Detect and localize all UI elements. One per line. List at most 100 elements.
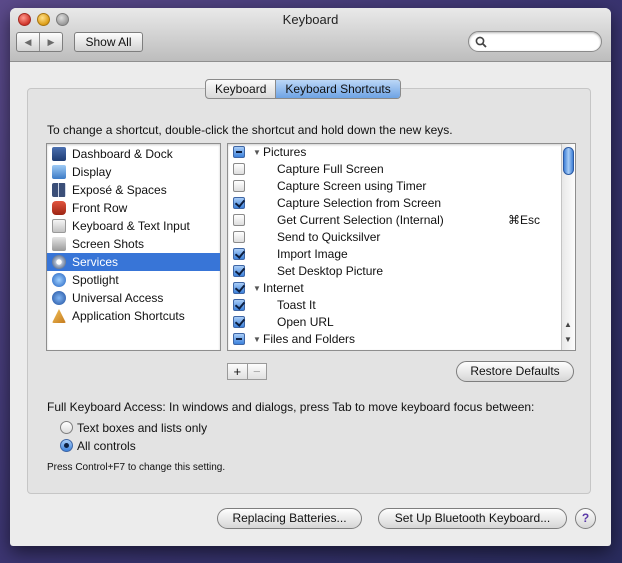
- shortcut-checkbox[interactable]: [233, 231, 245, 243]
- category-label: Exposé & Spaces: [72, 183, 167, 197]
- shortcut-row[interactable]: Send to Quicksilver: [228, 229, 575, 246]
- group-checkbox[interactable]: [233, 146, 245, 158]
- group-checkbox[interactable]: [233, 282, 245, 294]
- back-arrow-icon: ◀: [24, 36, 32, 47]
- history-navigation: ◀ ▶: [16, 32, 63, 52]
- search-field[interactable]: [468, 31, 602, 52]
- category-item-display[interactable]: Display: [47, 163, 220, 181]
- shortcut-label: Set Desktop Picture: [277, 264, 384, 278]
- tab-keyboard-shortcuts[interactable]: Keyboard Shortcuts: [275, 80, 400, 98]
- list-edit-controls: + −: [227, 363, 267, 380]
- category-item-application-shortcuts[interactable]: Application Shortcuts: [47, 307, 220, 325]
- shortcut-checkbox[interactable]: [233, 265, 245, 277]
- dashboard-icon: [52, 147, 66, 161]
- category-item-dashboard-dock[interactable]: Dashboard & Dock: [47, 145, 220, 163]
- category-label: Front Row: [72, 201, 128, 215]
- category-label: Services: [72, 255, 119, 269]
- category-label: Keyboard & Text Input: [72, 219, 190, 233]
- forward-button[interactable]: ▶: [39, 33, 62, 51]
- shortcut-row[interactable]: Capture Selection from Screen: [228, 195, 575, 212]
- gear-icon: [52, 255, 66, 269]
- shortcut-group-pictures[interactable]: ▼ Pictures: [228, 144, 575, 161]
- shortcut-checkbox[interactable]: [233, 163, 245, 175]
- instructions-text: To change a shortcut, double-click the s…: [47, 123, 453, 137]
- category-label: Application Shortcuts: [72, 309, 185, 323]
- shortcut-row[interactable]: Capture Full Screen: [228, 161, 575, 178]
- category-item-front-row[interactable]: Front Row: [47, 199, 220, 217]
- category-item-services[interactable]: Services: [47, 253, 220, 271]
- group-label: Pictures: [263, 145, 307, 159]
- scroll-up-arrow-icon[interactable]: ▲: [564, 320, 572, 329]
- category-label: Dashboard & Dock: [72, 147, 173, 161]
- radio-button[interactable]: [60, 439, 73, 452]
- show-all-button[interactable]: Show All: [74, 32, 143, 52]
- shortcut-row[interactable]: Open URL: [228, 314, 575, 331]
- disclosure-triangle-icon[interactable]: ▼: [253, 144, 261, 161]
- window-title: Keyboard: [282, 12, 339, 27]
- tab-bar: Keyboard Keyboard Shortcuts: [205, 79, 401, 99]
- scrollbar-thumb[interactable]: [563, 147, 574, 175]
- front-row-icon: [52, 201, 66, 215]
- keyboard-access-hint: Press Control+F7 to change this setting.: [47, 462, 226, 473]
- shortcut-row[interactable]: Toast It: [228, 297, 575, 314]
- shortcut-checkbox[interactable]: [233, 248, 245, 260]
- category-item-universal-access[interactable]: Universal Access: [47, 289, 220, 307]
- shortcut-group-files-folders[interactable]: ▼ Files and Folders: [228, 331, 575, 348]
- shortcut-row[interactable]: Capture Screen using Timer: [228, 178, 575, 195]
- replacing-batteries-button[interactable]: Replacing Batteries...: [217, 508, 362, 529]
- shortcut-row[interactable]: Set Desktop Picture: [228, 263, 575, 280]
- category-label: Display: [72, 165, 112, 179]
- vertical-scrollbar[interactable]: ▲ ▼: [561, 144, 575, 350]
- back-button[interactable]: ◀: [17, 33, 39, 51]
- shortcut-checkbox[interactable]: [233, 299, 245, 311]
- disclosure-triangle-icon[interactable]: ▼: [253, 331, 261, 348]
- shortcut-row[interactable]: Get Current Selection (Internal) ⌘Esc: [228, 212, 575, 229]
- add-shortcut-button[interactable]: +: [228, 364, 247, 379]
- shortcut-key-combo[interactable]: ⌘Esc: [508, 212, 540, 229]
- spotlight-icon: [52, 273, 66, 287]
- search-icon: [475, 36, 487, 48]
- category-label: Spotlight: [72, 273, 119, 287]
- shortcut-checkbox[interactable]: [233, 180, 245, 192]
- radio-label: All controls: [77, 439, 136, 453]
- shortcut-checkbox[interactable]: [233, 214, 245, 226]
- help-button[interactable]: ?: [575, 508, 596, 529]
- shortcut-label: Get Current Selection (Internal): [277, 213, 444, 227]
- tab-keyboard[interactable]: Keyboard: [206, 80, 275, 98]
- category-item-screen-shots[interactable]: Screen Shots: [47, 235, 220, 253]
- group-checkbox[interactable]: [233, 333, 245, 345]
- scroll-down-arrow-icon[interactable]: ▼: [564, 335, 572, 344]
- shortcut-checkbox[interactable]: [233, 197, 245, 209]
- expose-icon: [52, 183, 66, 197]
- shortcut-label: Toast It: [277, 298, 316, 312]
- disclosure-triangle-icon[interactable]: ▼: [253, 280, 261, 297]
- radio-label: Text boxes and lists only: [77, 421, 208, 435]
- shortcut-row[interactable]: Import Image: [228, 246, 575, 263]
- shortcut-checkbox[interactable]: [233, 316, 245, 328]
- preferences-window: Keyboard ◀ ▶ Show All Keyboard Keyboard …: [10, 8, 611, 546]
- category-label: Universal Access: [72, 291, 164, 305]
- restore-defaults-button[interactable]: Restore Defaults: [456, 361, 574, 382]
- universal-access-icon: [52, 291, 66, 305]
- bluetooth-keyboard-setup-button[interactable]: Set Up Bluetooth Keyboard...: [378, 508, 567, 529]
- forward-arrow-icon: ▶: [47, 36, 55, 47]
- category-item-keyboard-text-input[interactable]: Keyboard & Text Input: [47, 217, 220, 235]
- remove-shortcut-button[interactable]: −: [246, 364, 267, 379]
- category-list: Dashboard & Dock Display Exposé & Spaces…: [46, 143, 221, 351]
- shortcut-group-internet[interactable]: ▼ Internet: [228, 280, 575, 297]
- shortcut-label: Capture Selection from Screen: [277, 196, 442, 210]
- category-label: Screen Shots: [72, 237, 145, 251]
- shortcut-label: Open URL: [277, 315, 334, 329]
- category-item-expose-spaces[interactable]: Exposé & Spaces: [47, 181, 220, 199]
- title-bar: Keyboard ◀ ▶ Show All: [10, 8, 611, 62]
- group-label: Files and Folders: [263, 332, 356, 346]
- screenshot-icon: [52, 237, 66, 251]
- shortcut-label: Import Image: [277, 247, 348, 261]
- display-icon: [52, 165, 66, 179]
- shortcut-list: ▼ Pictures Capture Full Screen Capture S…: [227, 143, 576, 351]
- shortcut-label: Send to Quicksilver: [277, 230, 381, 244]
- shortcut-label: Capture Screen using Timer: [277, 179, 427, 193]
- group-label: Internet: [263, 281, 304, 295]
- category-item-spotlight[interactable]: Spotlight: [47, 271, 220, 289]
- radio-button[interactable]: [60, 421, 73, 434]
